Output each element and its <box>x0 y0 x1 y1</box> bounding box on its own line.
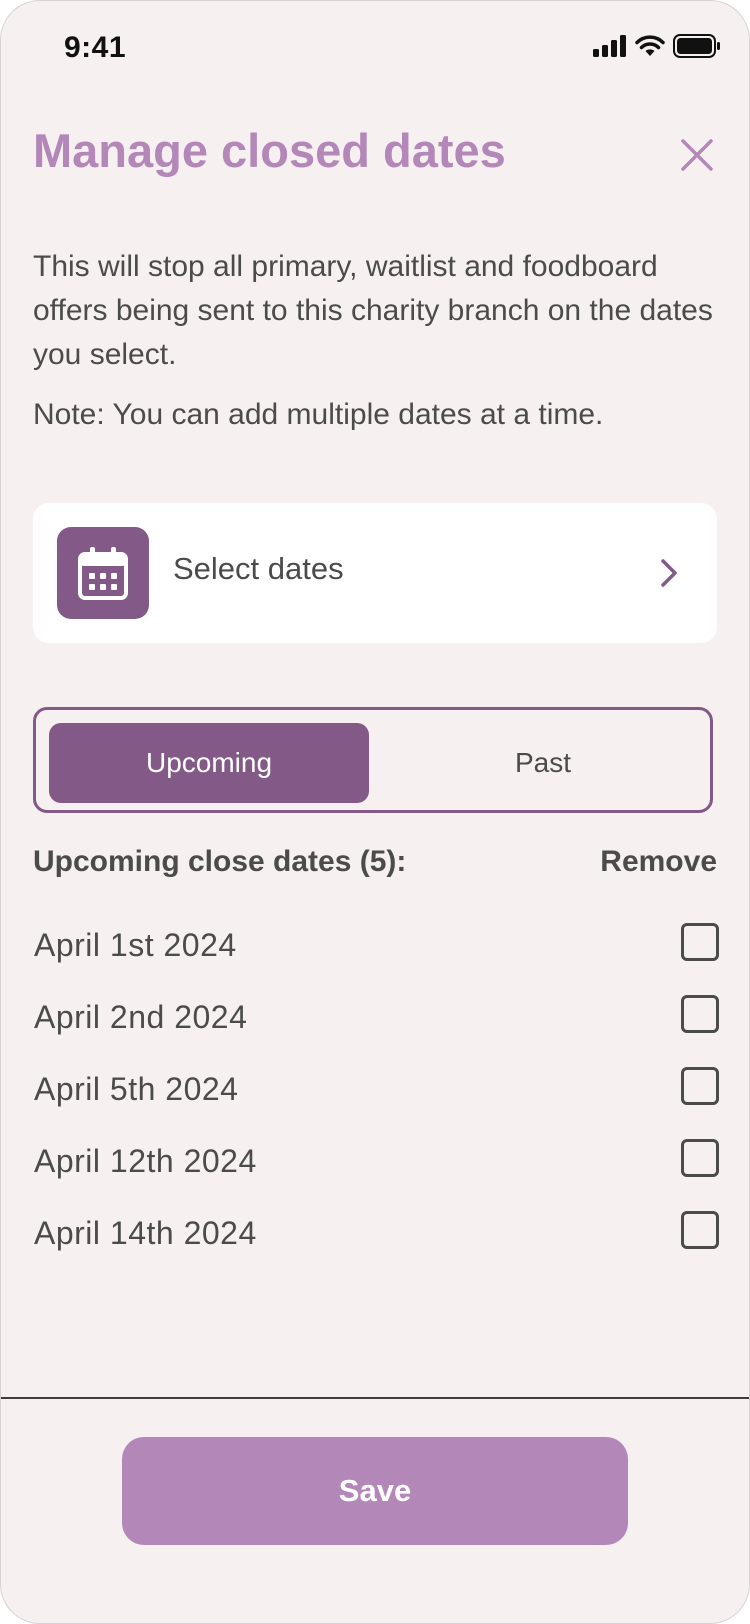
date-label: April 12th 2024 <box>34 1143 257 1179</box>
select-dates-button[interactable]: Select dates <box>33 503 717 643</box>
remove-checkbox[interactable] <box>681 1067 719 1105</box>
remove-column-heading: Remove <box>600 845 717 878</box>
screen: 9:41 Manage closed dates This will stop … <box>0 0 750 1624</box>
tab-past[interactable]: Past <box>383 723 703 803</box>
close-button[interactable] <box>679 137 715 173</box>
tab-upcoming[interactable]: Upcoming <box>49 723 369 803</box>
close-icon <box>681 139 713 171</box>
list-item: April 12th 2024 <box>33 1123 719 1195</box>
list-item: April 2nd 2024 <box>33 979 719 1051</box>
date-label: April 5th 2024 <box>34 1071 239 1107</box>
date-tabs: Upcoming Past <box>33 707 713 813</box>
status-bar: 9:41 <box>1 1 749 97</box>
calendar-icon-box <box>57 527 149 619</box>
status-icons <box>593 34 721 58</box>
remove-checkbox[interactable] <box>681 1211 719 1249</box>
chevron-right-icon <box>661 559 677 587</box>
calendar-icon <box>78 547 128 600</box>
note-text: Note: You can add multiple dates at a ti… <box>33 398 604 431</box>
date-label: April 2nd 2024 <box>34 999 248 1035</box>
date-list: April 1st 2024 April 2nd 2024 April 5th … <box>33 907 719 1267</box>
select-dates-label: Select dates <box>173 551 344 586</box>
list-heading: Upcoming close dates (5): <box>33 845 407 878</box>
save-button[interactable]: Save <box>122 1437 628 1545</box>
date-label: April 14th 2024 <box>34 1215 257 1251</box>
date-label: April 1st 2024 <box>34 927 237 963</box>
battery-icon <box>673 34 720 58</box>
list-item: April 14th 2024 <box>33 1195 719 1267</box>
signal-icon <box>593 35 626 57</box>
footer-divider <box>1 1397 749 1399</box>
remove-checkbox[interactable] <box>681 995 719 1033</box>
description-text: This will stop all primary, waitlist and… <box>33 250 713 371</box>
remove-checkbox[interactable] <box>681 1139 719 1177</box>
list-item: April 5th 2024 <box>33 1051 719 1123</box>
remove-checkbox[interactable] <box>681 923 719 961</box>
page-title: Manage closed dates <box>33 124 506 177</box>
status-time: 9:41 <box>64 31 127 64</box>
wifi-icon <box>635 35 665 56</box>
list-item: April 1st 2024 <box>33 907 719 979</box>
